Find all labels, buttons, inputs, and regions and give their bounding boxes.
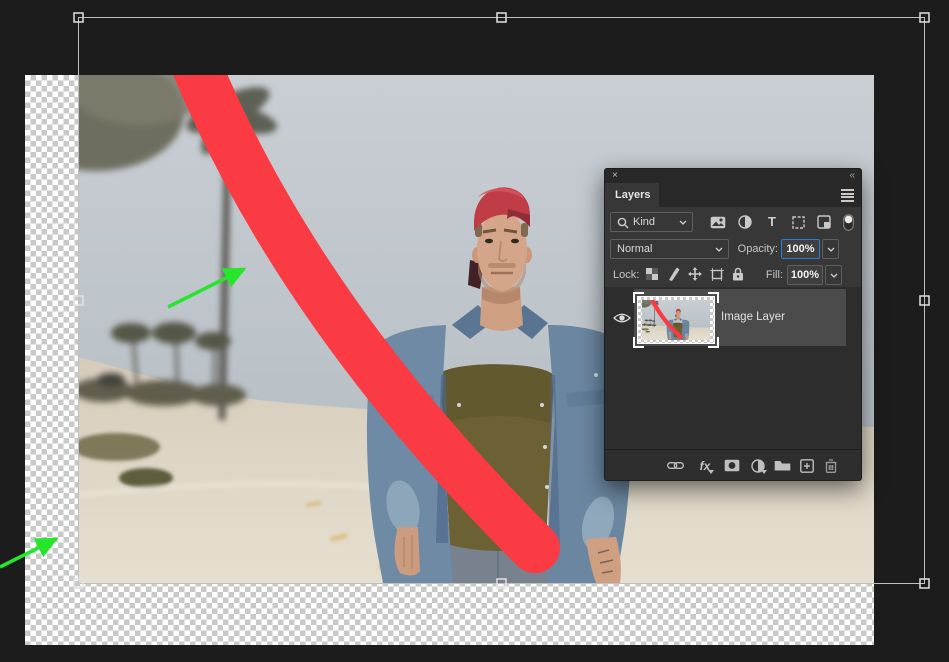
new-layer-icon[interactable]	[797, 457, 817, 474]
layer-name[interactable]: Image Layer	[721, 289, 785, 346]
new-adjustment-layer-icon[interactable]	[748, 457, 768, 474]
link-layers-icon[interactable]	[665, 457, 685, 474]
thumbnail-bracket	[633, 292, 644, 303]
transform-handle-bottom-right[interactable]	[920, 579, 929, 588]
lock-transparent-pixels-icon[interactable]	[643, 265, 661, 283]
opacity-label: Opacity:	[732, 239, 778, 259]
kind-label: Kind	[633, 216, 655, 228]
thumbnail-bracket	[633, 337, 644, 348]
chevron-down-icon	[679, 220, 687, 225]
chevron-down-icon	[827, 247, 835, 252]
transform-handle-top-right[interactable]	[920, 13, 929, 22]
thumbnail-bracket	[708, 292, 719, 303]
blend-mode-value: Normal	[617, 243, 652, 255]
shape-layers-filter-icon[interactable]	[788, 213, 808, 231]
delete-layer-icon[interactable]	[821, 457, 841, 474]
panel-tabstrip: Layers	[605, 183, 861, 207]
layer-visibility-eye-icon[interactable]	[613, 311, 631, 329]
fill-dropdown-button[interactable]	[825, 265, 842, 285]
adjustment-layers-filter-icon[interactable]	[735, 213, 755, 231]
layer-row[interactable]: Image Layer	[605, 289, 861, 346]
blend-mode-select[interactable]: Normal	[610, 239, 729, 259]
triangle-down-icon	[761, 470, 767, 474]
layer-effects-icon[interactable]: fx	[695, 457, 715, 474]
add-layer-mask-icon[interactable]	[722, 457, 742, 474]
lock-artboard-icon[interactable]	[708, 265, 726, 283]
opacity-value-field[interactable]: 100%	[781, 239, 820, 259]
opacity-dropdown-button[interactable]	[822, 239, 839, 259]
panel-close-icon[interactable]: ×	[612, 170, 618, 182]
transform-handle-middle-right[interactable]	[920, 296, 929, 305]
filter-toggle[interactable]	[838, 213, 858, 231]
type-layers-filter-icon[interactable]: T	[762, 213, 782, 231]
pixel-layers-filter-icon[interactable]	[708, 213, 728, 231]
chevron-down-icon	[715, 247, 723, 252]
panel-collapse-icon[interactable]: «	[849, 169, 854, 182]
type-glyph: T	[768, 213, 776, 231]
lock-label: Lock:	[613, 265, 639, 285]
smart-objects-filter-icon[interactable]	[814, 213, 834, 231]
transform-handle-top-left[interactable]	[74, 13, 83, 22]
layer-list: Image Layer	[605, 287, 861, 451]
layer-thumbnail[interactable]	[637, 296, 715, 344]
layers-panel: × « Layers Kind T Normal Opacity: 100%	[604, 168, 862, 481]
lock-image-pixels-icon[interactable]	[664, 265, 682, 283]
panel-bottom-bar: fx	[605, 449, 861, 480]
panel-titlebar: × «	[605, 169, 861, 183]
lock-position-icon[interactable]	[686, 265, 704, 283]
layer-thumbnail-image	[642, 300, 710, 340]
kind-filter-select[interactable]: Kind	[610, 212, 693, 232]
transform-handle-top-center[interactable]	[497, 13, 506, 22]
search-icon	[617, 217, 629, 229]
fill-label: Fill:	[745, 265, 783, 285]
new-group-icon[interactable]	[772, 457, 792, 474]
tab-layers[interactable]: Layers	[605, 183, 659, 207]
chevron-down-icon	[830, 273, 838, 278]
fill-value-field[interactable]: 100%	[787, 265, 823, 285]
photoshop-workspace: { "window": { "background_color": "#1c1c…	[0, 0, 949, 662]
panel-menu-icon[interactable]	[841, 189, 854, 201]
thumbnail-bracket	[708, 337, 719, 348]
triangle-down-icon	[708, 470, 714, 474]
